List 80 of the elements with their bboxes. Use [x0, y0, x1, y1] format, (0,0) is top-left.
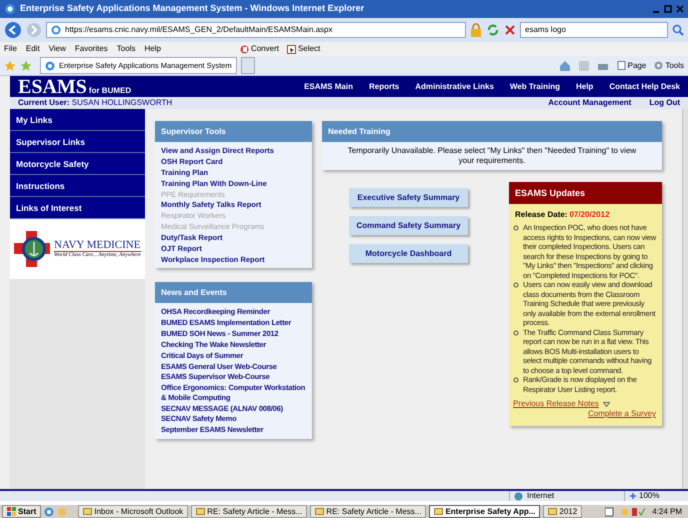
add-favorite-icon — [20, 60, 32, 72]
esams-logo: ESAMS — [18, 77, 87, 97]
logo-subtitle: for BUMED — [88, 86, 132, 96]
maximize-icon — [664, 5, 672, 13]
window-icon — [83, 507, 92, 516]
panel-header: News and Events — [155, 282, 312, 304]
gear-icon — [654, 61, 664, 70]
refresh-icon — [486, 23, 500, 37]
nav-link[interactable]: Web Training — [510, 82, 560, 92]
sidebar-link[interactable]: My Links — [10, 109, 145, 131]
stop-icon — [504, 24, 516, 36]
menu-item[interactable]: Favorites — [74, 44, 108, 54]
taskbar-button[interactable]: Enterprise Safety App... — [429, 505, 540, 518]
windows-logo-icon — [7, 507, 16, 516]
bullet-icon — [513, 225, 519, 231]
taskbar-button[interactable]: 2012 — [543, 505, 582, 518]
taskbar-button[interactable]: RE: Safety Article - Mess... — [191, 505, 308, 518]
taskbar-button[interactable]: Inbox - Microsoft Outlook — [78, 505, 188, 518]
close-icon — [676, 5, 684, 13]
star-icon — [4, 60, 16, 72]
back-icon — [4, 21, 22, 39]
select-button[interactable]: Select — [286, 44, 320, 54]
bullet-icon — [513, 330, 519, 336]
window-icon — [548, 507, 558, 516]
training-message: Temporarily Unavailable. Please select "My Links" then "Needed Training" to view your requirements. — [346, 145, 638, 167]
bullet-icon — [513, 377, 519, 383]
nav-link[interactable]: Reports — [368, 82, 400, 92]
survey-link[interactable]: Complete a Survey — [588, 409, 656, 419]
panel-header: Supervisor Tools — [155, 121, 312, 142]
nav-link[interactable]: Help — [576, 82, 594, 92]
globe-icon — [514, 492, 523, 500]
tools-button[interactable]: Tools — [654, 60, 684, 70]
expand-icon — [602, 402, 610, 406]
window-icon — [434, 507, 444, 516]
menu-item[interactable]: File — [4, 44, 17, 54]
summary-button[interactable]: Command Safety Summary — [349, 216, 468, 235]
menu-item[interactable]: Help — [144, 44, 161, 54]
sidebar-link[interactable]: Links of Interest — [10, 197, 145, 219]
panel-header: ESAMS Updates — [509, 182, 662, 204]
window-icon — [196, 507, 206, 516]
sidebar-link[interactable]: Motorcycle Safety — [10, 153, 145, 175]
taskbar-button[interactable]: RE: Safety Article - Mess... — [310, 505, 426, 518]
window-title: Enterprise Safety Applications Management System - Windows Internet Explorer — [20, 3, 364, 15]
window-icon — [315, 507, 324, 516]
release-date: 07/20/2012 — [569, 210, 610, 220]
new-tab-button[interactable] — [240, 57, 255, 74]
convert-button[interactable]: Convert — [240, 44, 279, 54]
cursor-icon — [286, 44, 296, 54]
bullet-icon — [513, 282, 519, 288]
panel-header: Needed Training — [322, 121, 662, 142]
nav-link[interactable]: ESAMS Main — [304, 82, 353, 92]
previous-notes-link[interactable]: Previous Release Notes — [513, 399, 599, 409]
address-field[interactable]: https://esams.cnic.navy.mil/ESAMS_GEN_2/DefaultMain/ESAMSMain.aspx — [46, 22, 466, 38]
account-link[interactable]: Account Management — [548, 98, 632, 108]
menu-item[interactable]: View — [48, 44, 66, 54]
search-field[interactable]: esams logo — [520, 22, 668, 38]
emblem-icon — [14, 231, 50, 267]
current-user-label: Current User: SUSAN HOLLINGSWORTH — [18, 98, 172, 108]
clock: 4:24 PM — [651, 506, 683, 516]
zone-indicator: Internet — [509, 491, 624, 501]
search-icon — [672, 24, 684, 36]
sidebar-link[interactable]: Supervisor Links — [10, 131, 145, 153]
zoom-icon — [629, 492, 637, 500]
release-label: Release Date: — [515, 210, 568, 220]
menu-item[interactable]: Tools — [116, 44, 136, 54]
page-button[interactable]: Page — [616, 60, 646, 70]
menu-item[interactable]: Edit — [26, 44, 40, 54]
summary-button[interactable]: Motorcycle Dashboard — [349, 244, 468, 263]
nav-link[interactable]: Contact Help Desk — [609, 82, 680, 92]
account-link[interactable]: Log Out — [649, 98, 680, 108]
home-icon — [558, 60, 571, 72]
sidebar-link[interactable]: Instructions — [10, 175, 145, 197]
nav-link[interactable]: Administrative Links — [415, 82, 494, 92]
forward-icon — [26, 22, 42, 38]
start-button[interactable]: Start — [2, 505, 42, 518]
zoom-button[interactable]: 100% — [624, 491, 684, 501]
browser-icon — [4, 3, 16, 15]
logo-title: NAVY MEDICINE — [54, 240, 141, 251]
lock-icon — [470, 23, 482, 37]
summary-button[interactable]: Executive Safety Summary — [349, 188, 468, 207]
